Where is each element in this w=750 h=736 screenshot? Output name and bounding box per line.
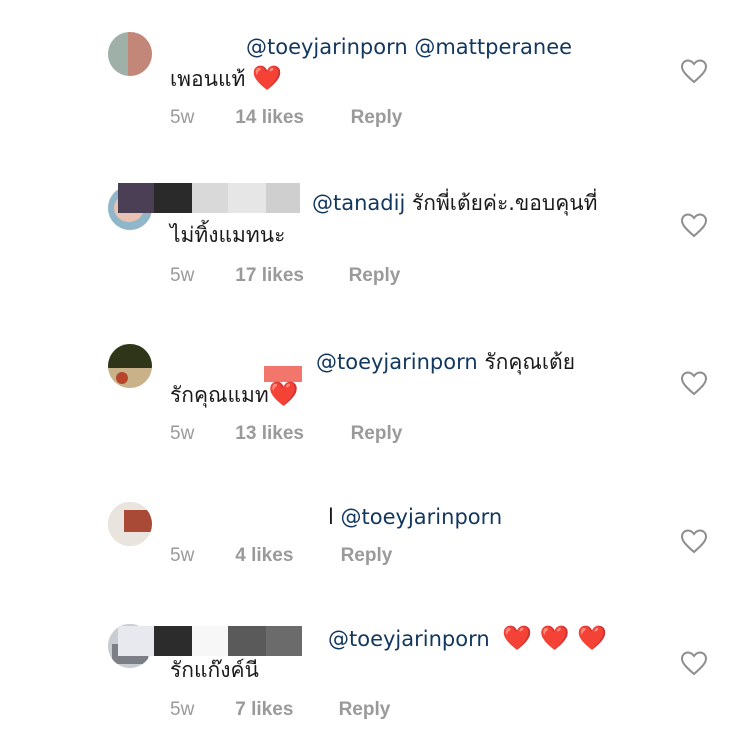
heart-emoji: ❤️ [252,64,282,92]
likes-count[interactable]: 13 likes [235,423,345,445]
comment-time: 5w [170,107,195,128]
comment-text: @tanadij รักพี่เต้ยค่ะ.ขอบคุนที่ [312,191,598,215]
reply-button[interactable]: Reply [341,545,393,567]
heart-emoji: ❤️ ❤️ ❤️ [502,624,608,652]
comment-time: 5w [170,699,195,720]
comment-text: l @toeyjarinporn [328,502,502,532]
heart-outline-icon[interactable] [680,528,708,554]
comment-meta: 5w 14 likes Reply [170,107,402,129]
comment-meta: 5w 4 likes Reply [170,545,392,567]
avatar[interactable] [108,32,152,76]
comment-meta: 5w 17 likes Reply [170,265,400,287]
likes-count[interactable]: 7 likes [235,699,333,721]
comment-text-line2: รักคุณแมท❤️ [170,380,299,408]
avatar[interactable] [108,502,152,546]
likes-count[interactable]: 14 likes [235,107,345,129]
comment-time: 5w [170,265,195,286]
comment-time: 5w [170,423,195,444]
comment-text: @toeyjarinporn รักคุณเต้ย [316,350,576,374]
likes-count[interactable]: 17 likes [235,265,343,287]
reply-button[interactable]: Reply [349,265,401,287]
reply-button[interactable]: Reply [339,699,391,721]
username-redaction [118,183,300,213]
heart-emoji: ❤️ [268,380,299,408]
avatar[interactable] [108,344,152,388]
comment-meta: 5w 13 likes Reply [170,423,402,445]
reply-button[interactable]: Reply [351,107,403,129]
comment-time: 5w [170,545,195,566]
heart-outline-icon[interactable] [680,370,708,396]
username-redaction [118,626,302,656]
comment-text: เพอนแท้ ❤️ [170,64,282,92]
comment-text-line2: ไม่ทิ้งแมทนะ [170,223,286,247]
mention-link[interactable]: @tanadij [312,191,405,215]
heart-outline-icon[interactable] [680,650,708,676]
heart-outline-icon[interactable] [680,58,708,84]
comment-mentions[interactable]: @toeyjarinporn @mattperanee [246,32,572,62]
comment-meta: 5w 7 likes Reply [170,699,390,721]
mention-link[interactable]: @toeyjarinporn [316,350,478,374]
comment-text: @toeyjarinporn ❤️ ❤️ ❤️ [328,623,607,654]
mention-link[interactable]: @toeyjarinporn [341,505,503,529]
comment-text-line2: รักแก๊งค์นี [170,658,259,682]
heart-outline-icon[interactable] [680,212,708,238]
mention-link[interactable]: @toeyjarinporn [328,627,490,651]
username-tail[interactable]: l [328,505,334,529]
reply-button[interactable]: Reply [351,423,403,445]
likes-count[interactable]: 4 likes [235,545,335,567]
